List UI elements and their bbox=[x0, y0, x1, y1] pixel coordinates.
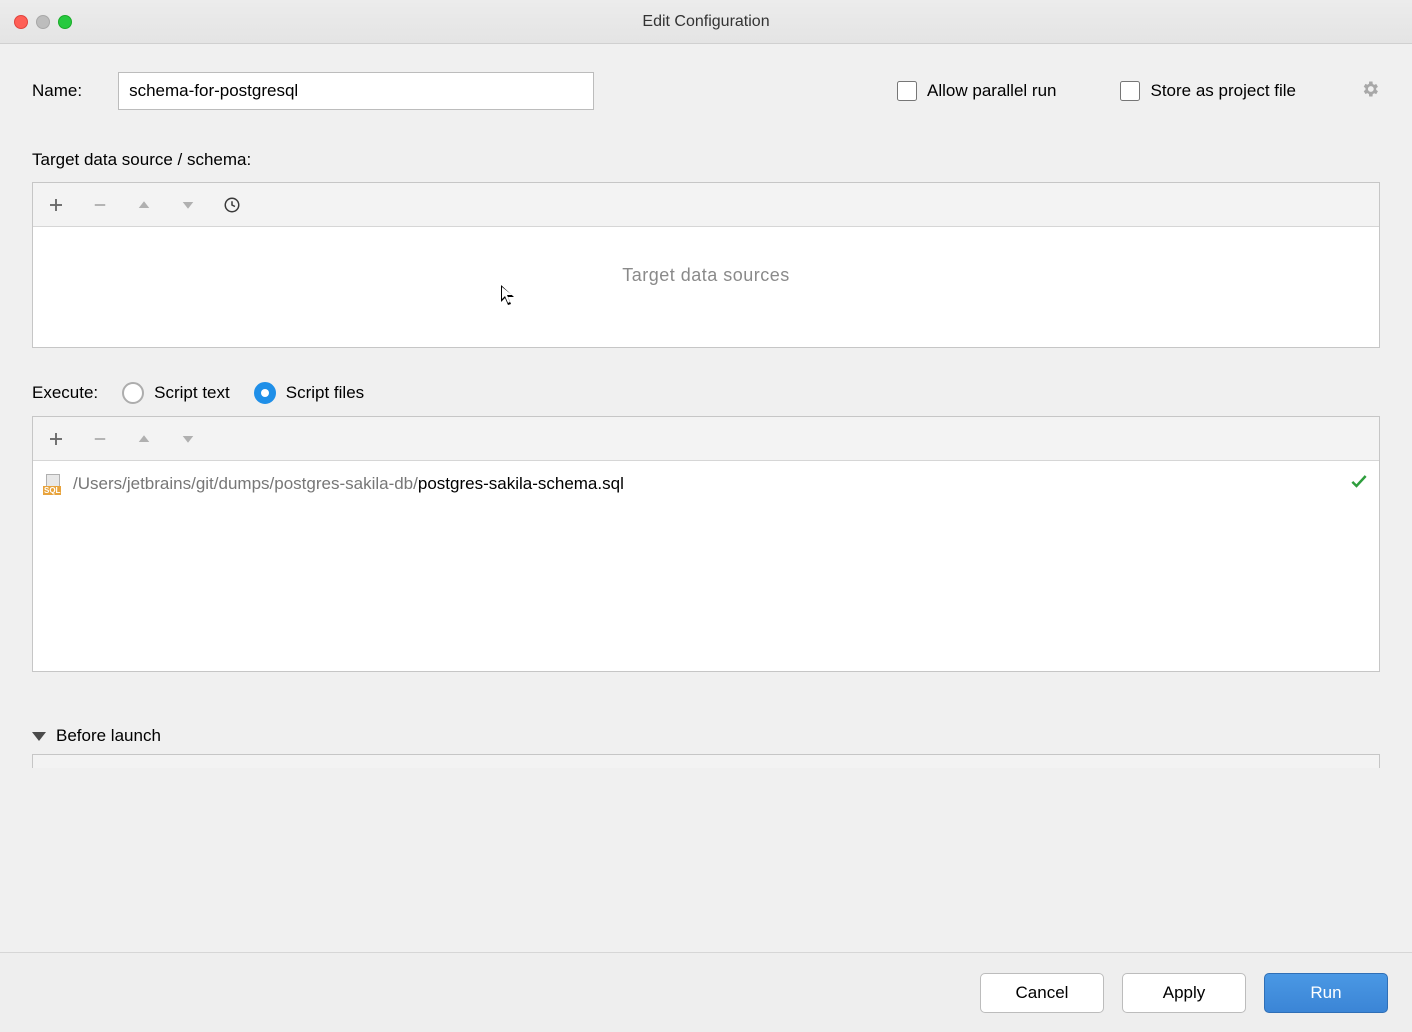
remove-icon[interactable] bbox=[87, 192, 113, 218]
titlebar: Edit Configuration bbox=[0, 0, 1412, 44]
gear-icon[interactable] bbox=[1360, 79, 1380, 103]
store-as-project-file-box[interactable] bbox=[1120, 81, 1140, 101]
dialog-footer: Cancel Apply Run bbox=[0, 952, 1412, 1032]
file-name: postgres-sakila-schema.sql bbox=[418, 474, 624, 493]
script-files-panel: SQL /Users/jetbrains/git/dumps/postgres-… bbox=[32, 416, 1380, 672]
dialog-window: Edit Configuration Name: Allow parallel … bbox=[0, 0, 1412, 1032]
radio-icon bbox=[254, 382, 276, 404]
file-path: /Users/jetbrains/git/dumps/postgres-saki… bbox=[73, 474, 624, 494]
script-text-label: Script text bbox=[154, 383, 230, 403]
store-as-project-file-label: Store as project file bbox=[1150, 81, 1296, 101]
allow-parallel-run-label: Allow parallel run bbox=[927, 81, 1056, 101]
before-launch-label: Before launch bbox=[56, 726, 161, 746]
before-launch-panel-stub bbox=[32, 754, 1380, 768]
close-window-button[interactable] bbox=[14, 15, 28, 29]
apply-button[interactable]: Apply bbox=[1122, 973, 1246, 1013]
sql-file-icon: SQL bbox=[43, 474, 63, 494]
script-files-radio[interactable]: Script files bbox=[254, 382, 364, 404]
files-toolbar bbox=[33, 417, 1379, 461]
window-title: Edit Configuration bbox=[0, 13, 1412, 31]
history-icon[interactable] bbox=[219, 192, 245, 218]
execute-row: Execute: Script text Script files bbox=[32, 382, 1380, 404]
execute-label: Execute: bbox=[32, 383, 98, 403]
radio-icon bbox=[122, 382, 144, 404]
move-up-icon[interactable] bbox=[131, 426, 157, 452]
window-controls bbox=[14, 15, 72, 29]
run-button[interactable]: Run bbox=[1264, 973, 1388, 1013]
target-datasource-panel: Target data sources bbox=[32, 182, 1380, 348]
dialog-content: Name: Allow parallel run Store as projec… bbox=[0, 44, 1412, 952]
allow-parallel-run-box[interactable] bbox=[897, 81, 917, 101]
script-files-label: Script files bbox=[286, 383, 364, 403]
zoom-window-button[interactable] bbox=[58, 15, 72, 29]
store-as-project-file-checkbox[interactable]: Store as project file bbox=[1120, 81, 1296, 101]
move-down-icon[interactable] bbox=[175, 426, 201, 452]
chevron-down-icon bbox=[32, 732, 46, 741]
add-icon[interactable] bbox=[43, 426, 69, 452]
file-dir: /Users/jetbrains/git/dumps/postgres-saki… bbox=[73, 474, 418, 493]
check-icon bbox=[1349, 471, 1369, 497]
before-launch-section[interactable]: Before launch bbox=[32, 726, 1380, 746]
name-row: Name: Allow parallel run Store as projec… bbox=[32, 72, 1380, 110]
add-icon[interactable] bbox=[43, 192, 69, 218]
target-placeholder: Target data sources bbox=[33, 227, 1379, 344]
target-datasource-list[interactable]: Target data sources bbox=[33, 227, 1379, 347]
script-file-row[interactable]: SQL /Users/jetbrains/git/dumps/postgres-… bbox=[33, 461, 1379, 507]
script-files-list[interactable]: SQL /Users/jetbrains/git/dumps/postgres-… bbox=[33, 461, 1379, 671]
target-toolbar bbox=[33, 183, 1379, 227]
name-input[interactable] bbox=[118, 72, 594, 110]
allow-parallel-run-checkbox[interactable]: Allow parallel run bbox=[897, 81, 1056, 101]
name-label: Name: bbox=[32, 81, 82, 101]
target-section-label: Target data source / schema: bbox=[32, 150, 1380, 170]
move-up-icon[interactable] bbox=[131, 192, 157, 218]
remove-icon[interactable] bbox=[87, 426, 113, 452]
move-down-icon[interactable] bbox=[175, 192, 201, 218]
minimize-window-button[interactable] bbox=[36, 15, 50, 29]
script-text-radio[interactable]: Script text bbox=[122, 382, 230, 404]
cancel-button[interactable]: Cancel bbox=[980, 973, 1104, 1013]
